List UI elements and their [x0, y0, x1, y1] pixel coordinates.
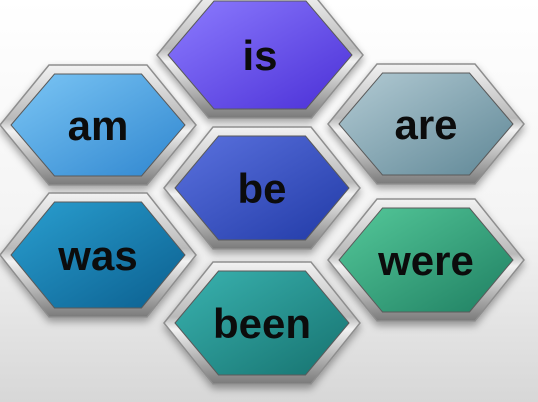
hexagon-was: was: [0, 192, 197, 318]
hexagon-been: been: [163, 261, 361, 385]
hexagon-am: am: [0, 64, 197, 186]
hexagon-are: are: [327, 63, 525, 185]
hexagon-label-am: am: [68, 102, 129, 149]
hexagon-label-be: be: [237, 165, 286, 212]
hexagon-label-were: were: [377, 237, 474, 284]
hexagon-were: were: [327, 198, 525, 322]
hexagon-label-are: are: [394, 101, 457, 148]
hexagon-label-been: been: [213, 300, 311, 347]
hexagon-be: be: [163, 126, 361, 250]
hexagon-label-was: was: [57, 232, 137, 279]
hexagon-label-is: is: [242, 32, 277, 79]
hexagon-is: is: [156, 0, 364, 119]
hexagon-diagram: is am are be was were been: [0, 0, 525, 385]
